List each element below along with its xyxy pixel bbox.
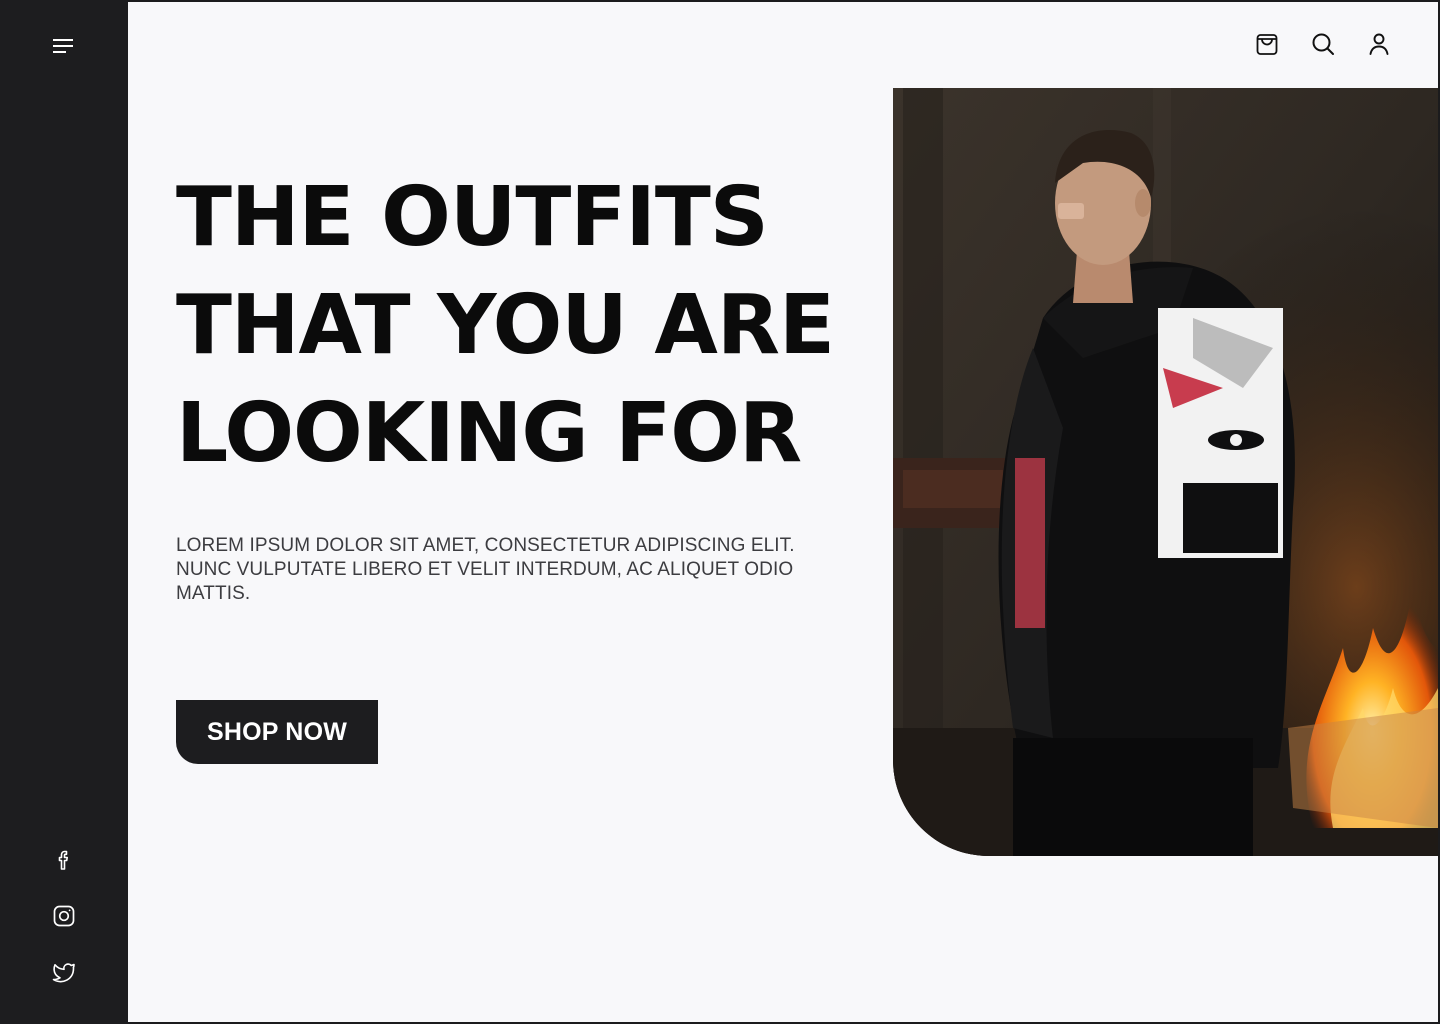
headline-line-3: LOOKING FOR (176, 386, 802, 481)
header-icons (1250, 28, 1396, 60)
shop-now-button[interactable]: SHOP NOW (176, 700, 378, 764)
shopping-bag-icon[interactable] (1250, 28, 1284, 60)
search-icon[interactable] (1306, 28, 1340, 60)
menu-icon[interactable] (50, 34, 78, 58)
twitter-icon[interactable] (46, 954, 82, 990)
hero-headline: THE OUTFITS THAT YOU ARE LOOKING FOR (176, 164, 876, 488)
headline-line-2: THAT YOU ARE (176, 278, 835, 373)
facebook-icon[interactable] (46, 842, 82, 878)
headline-line-1: THE OUTFITS (176, 170, 769, 265)
hero-description: LOREM IPSUM DOLOR SIT AMET, CONSECTETUR … (176, 535, 795, 604)
sidebar (0, 0, 128, 1024)
instagram-icon[interactable] (46, 898, 82, 934)
user-icon[interactable] (1362, 28, 1396, 60)
hero-image (893, 88, 1438, 856)
